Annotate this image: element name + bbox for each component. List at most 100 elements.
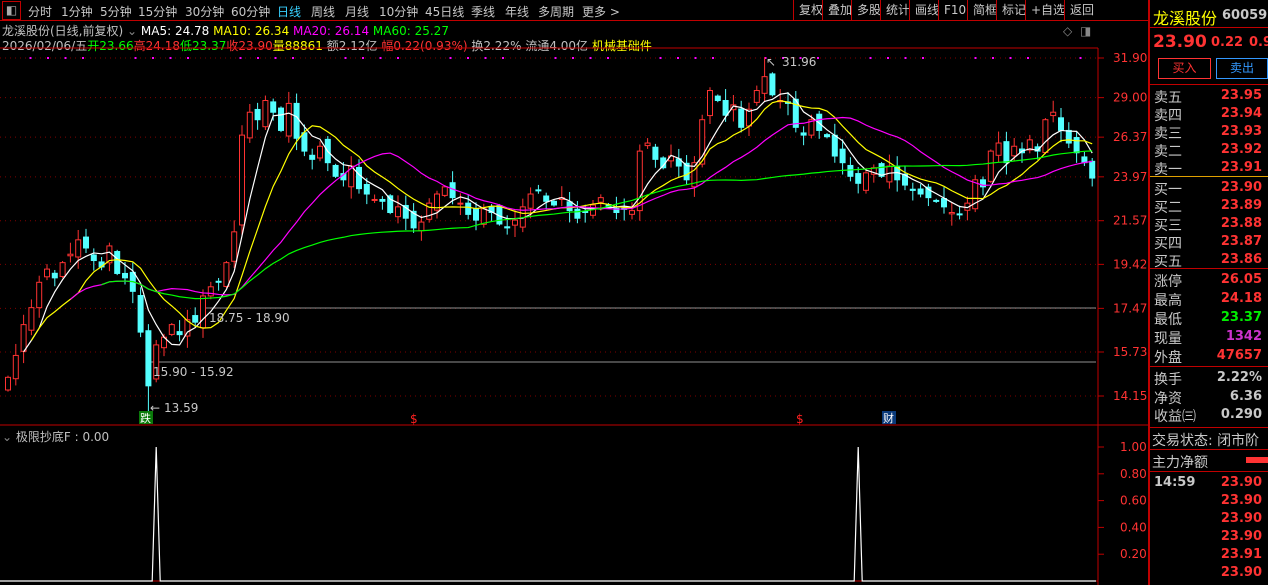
candle-up (231, 231, 238, 262)
candle-down (51, 272, 58, 279)
y-tick-label: 17.47 (1113, 301, 1147, 315)
y-tick-label: 23.97 (1113, 170, 1147, 184)
candle-up (597, 197, 604, 203)
stat-row-label: 最低 (1154, 312, 1182, 328)
candle-up (200, 295, 206, 329)
finance-marker: 财 (883, 411, 894, 425)
event-dot (869, 57, 872, 59)
indicator-tick-label: 0.40 (1120, 520, 1147, 534)
range-annotation: 15.90 - 15.92 (153, 365, 234, 379)
candle-down (535, 189, 542, 192)
chevron-down-icon[interactable]: ⌄ (2, 430, 12, 444)
candle-down (254, 108, 261, 121)
candle-up (995, 142, 1002, 156)
candle-down (465, 202, 472, 215)
candle-down (137, 295, 144, 333)
candle-down (363, 183, 370, 195)
tick-price: 23.90 (1220, 475, 1262, 490)
dividend-marker: $ (410, 412, 418, 426)
event-dot (484, 57, 487, 59)
event-dot (257, 57, 259, 59)
quote-panel: 龙溪股份 600592 23.90 0.22 0.93 买入 卖出 卖五 23.9… (1148, 0, 1268, 585)
event-dot (344, 57, 347, 59)
candle-up (262, 100, 269, 128)
candle-down (504, 226, 511, 229)
candle-up (246, 111, 253, 139)
candle-down (145, 330, 152, 387)
extra-row-value: 6.36 (1229, 388, 1262, 404)
candle-down (332, 164, 339, 177)
event-dot (712, 57, 714, 59)
stat-row-label: 最高 (1154, 293, 1182, 309)
event-dot (134, 57, 137, 59)
stat-row-label: 现量 (1154, 331, 1182, 347)
candle-up (418, 221, 425, 232)
candle-down (1089, 160, 1096, 179)
candle-down (543, 195, 550, 202)
stock-code: 600592 (1222, 8, 1268, 23)
candle-up (5, 376, 11, 391)
tick-price: 23.90 (1220, 511, 1262, 526)
candle-down (824, 134, 830, 138)
event-dot (554, 57, 557, 59)
event-dot (397, 57, 399, 59)
bid-row-value: 23.88 (1220, 216, 1262, 231)
y-tick-label: 31.90 (1113, 51, 1147, 65)
candlestick-chart[interactable]: 31.90 29.00 26.37 23.97 21.57 19.42 17.47 15.73… (0, 0, 1148, 585)
ma5-line (23, 92, 1093, 353)
ask-row-value: 23.93 (1220, 124, 1262, 139)
extra-row-label: 净资 (1154, 390, 1182, 407)
event-dot (467, 57, 469, 59)
ask-row-value: 23.92 (1220, 142, 1262, 157)
candle-down (270, 101, 277, 113)
event-dot (694, 57, 697, 59)
candle-down (831, 134, 838, 157)
event-dot (817, 57, 819, 59)
fall-marker: 跌 (140, 411, 151, 425)
candle-up (987, 150, 994, 182)
sell-button[interactable]: 卖出 (1216, 58, 1268, 79)
stat-row-value: 23.37 (1220, 310, 1262, 325)
buy-button[interactable]: 买入 (1158, 58, 1211, 79)
candle-up (426, 202, 433, 220)
last-price: 23.90 (1153, 32, 1207, 52)
candle-up (75, 239, 82, 258)
candle-down (714, 95, 721, 102)
candle-up (480, 208, 487, 225)
event-dot (887, 57, 889, 59)
low-annotation: 13.59 (164, 401, 198, 415)
tick-price: 23.91 (1220, 547, 1262, 562)
stat-row-value: 47657 (1216, 348, 1262, 363)
event-dot (292, 57, 294, 59)
candle-up (644, 142, 651, 147)
candle-up (44, 268, 50, 278)
candle-up (239, 134, 245, 226)
event-dot (502, 57, 504, 59)
candle-up (527, 193, 534, 209)
event-dot (922, 57, 924, 59)
range-annotation: 18.75 - 18.90 (209, 311, 290, 325)
candle-up (317, 145, 323, 159)
stat-row-label: 外盘 (1154, 350, 1182, 366)
event-dot (904, 57, 907, 59)
event-dot (572, 57, 574, 59)
candle-down (83, 236, 89, 249)
event-dot (187, 57, 189, 59)
candle-down (917, 188, 924, 195)
bid-row-value: 23.90 (1220, 180, 1262, 195)
indicator-tick-label: 0.20 (1120, 547, 1147, 561)
candle-up (753, 90, 760, 103)
indicator-tick-label: 0.60 (1120, 494, 1147, 508)
main-net-flow-bar (1246, 457, 1268, 463)
candle-down (956, 213, 963, 216)
candle-up (457, 202, 464, 205)
event-dot (677, 57, 679, 59)
stat-row-label: 涨停 (1154, 274, 1182, 290)
ask-row-label: 卖五 (1154, 90, 1182, 106)
candle-up (629, 210, 635, 215)
candle-up (761, 76, 768, 94)
candle-down (379, 198, 386, 202)
event-dot (29, 57, 32, 59)
candle-down (855, 173, 862, 184)
candle-up (1011, 145, 1018, 157)
